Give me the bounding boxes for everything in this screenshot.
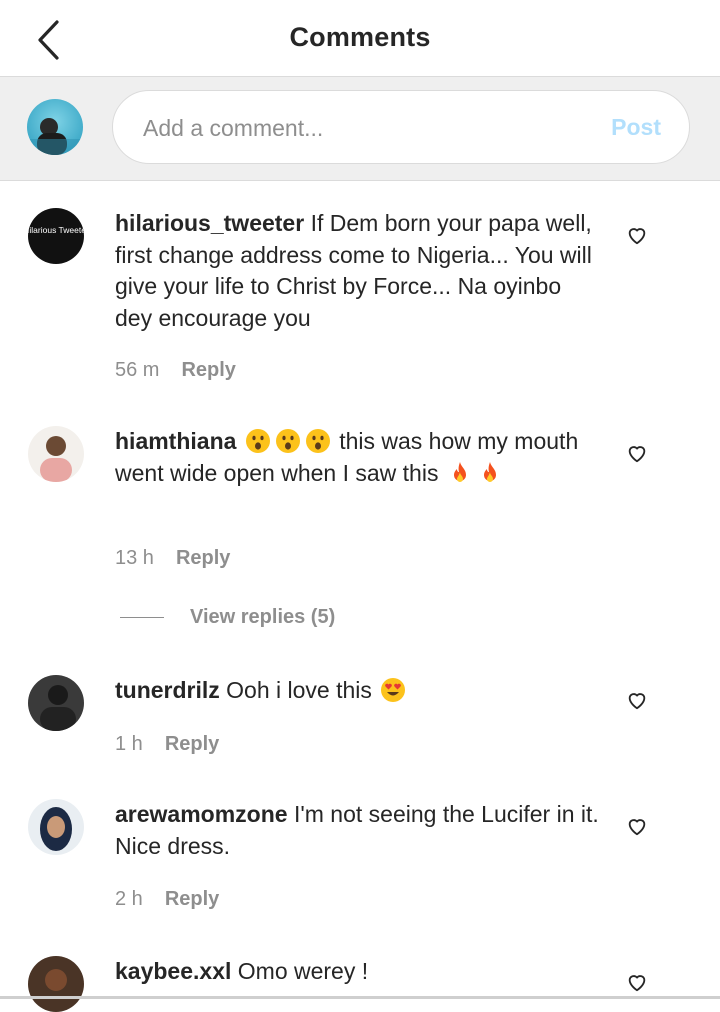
comment-body: hiamthiana this was how my mouth went wi… <box>115 426 600 489</box>
comment-timestamp: 13 h <box>115 547 154 569</box>
avatar[interactable] <box>28 956 84 1012</box>
heart-eyes-emoji-icon <box>381 678 406 702</box>
reply-button[interactable]: Reply <box>165 888 219 910</box>
svg-text:Hilarious Tweeter: Hilarious Tweeter <box>28 225 84 235</box>
replies-divider-line <box>120 617 164 619</box>
comment-username[interactable]: kaybee.xxl <box>115 958 231 984</box>
avatar[interactable] <box>28 426 84 482</box>
comment-meta: 1 h Reply <box>115 733 219 756</box>
avatar[interactable] <box>28 799 84 855</box>
comment-username[interactable]: tunerdrilz <box>115 677 220 703</box>
like-heart-icon[interactable] <box>626 224 648 246</box>
comment-timestamp: 1 h <box>115 733 143 755</box>
fire-emoji-icon <box>483 461 496 482</box>
avatar[interactable]: Hilarious Tweeter <box>28 208 84 264</box>
view-replies-label: View replies (5) <box>190 606 336 628</box>
comment-username[interactable]: hilarious_tweeter <box>115 210 304 236</box>
comment-body: hilarious_tweeter If Dem born your papa … <box>115 208 600 334</box>
comment-meta: 13 h Reply <box>115 547 230 570</box>
comment-username[interactable]: hiamthiana <box>115 428 236 454</box>
comment-composer: Post <box>0 77 720 181</box>
comment-input-wrapper: Post <box>112 90 690 165</box>
like-heart-icon[interactable] <box>626 971 648 993</box>
fire-emoji-icon <box>453 461 466 482</box>
comment-text: Omo werey ! <box>237 958 369 984</box>
like-heart-icon[interactable] <box>626 689 648 711</box>
comment-meta: 2 h Reply <box>115 888 219 911</box>
page-title: Comments <box>289 22 431 52</box>
reply-button[interactable]: Reply <box>165 733 219 755</box>
reply-button[interactable]: Reply <box>181 359 235 381</box>
post-button[interactable]: Post <box>611 114 661 141</box>
like-heart-icon[interactable] <box>626 815 648 837</box>
top-bar: Comments <box>0 0 720 77</box>
avatar[interactable] <box>28 675 84 731</box>
comment-username[interactable]: arewamomzone <box>115 801 288 827</box>
reply-button[interactable]: Reply <box>176 547 230 569</box>
comment-timestamp: 56 m <box>115 359 160 381</box>
comment-body: kaybee.xxl Omo werey ! <box>115 956 600 988</box>
comment-body: arewamomzone I'm not seeing the Lucifer … <box>115 799 600 862</box>
comment-timestamp: 2 h <box>115 888 143 910</box>
comment-text: Ooh i love this <box>226 677 372 703</box>
like-heart-icon[interactable] <box>626 442 648 464</box>
surprised-face-emoji-icon <box>275 429 300 453</box>
view-replies-button[interactable]: View replies (5) <box>120 606 335 629</box>
surprised-face-emoji-icon <box>245 429 270 453</box>
comment-input[interactable] <box>141 91 575 165</box>
surprised-face-emoji-icon <box>305 429 330 453</box>
comment-meta: 56 m Reply <box>115 359 236 382</box>
current-user-avatar <box>27 99 83 155</box>
comment-body: tunerdrilz Ooh i love this <box>115 675 600 707</box>
